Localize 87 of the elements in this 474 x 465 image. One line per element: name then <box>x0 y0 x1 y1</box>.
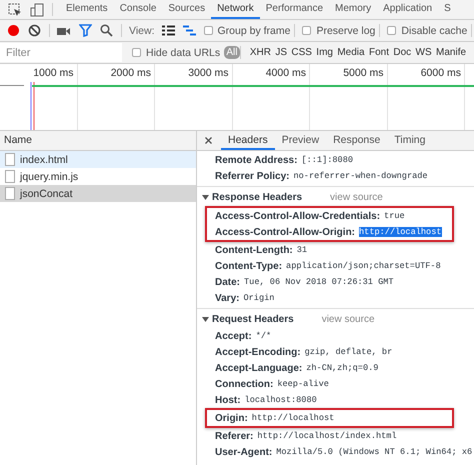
header-name: Connection: <box>215 378 274 390</box>
detail-tab[interactable]: Headers <box>221 131 275 150</box>
file-icon <box>5 187 15 200</box>
view-source-link[interactable]: view source <box>322 314 375 324</box>
section-title[interactable]: Request Headers <box>212 314 294 324</box>
filter-field[interactable]: Filter <box>0 43 122 62</box>
search-icon[interactable] <box>100 24 113 37</box>
header-value: Tue, 06 Nov 2018 07:26:31 GMT <box>244 277 394 287</box>
header-value: true <box>384 211 405 221</box>
panel-tab[interactable]: Performance <box>260 0 330 19</box>
camera-icon[interactable] <box>57 26 71 36</box>
time-tick-label: 6000 ms <box>420 67 461 79</box>
panel-tab[interactable]: S <box>438 0 457 19</box>
type-filter[interactable]: Font <box>366 46 392 59</box>
record-icon[interactable] <box>7 24 20 37</box>
file-icon <box>5 153 15 166</box>
header-name: Access-Control-Allow-Credentials: <box>215 210 380 222</box>
type-filter[interactable]: Manife <box>434 46 468 59</box>
expand-triangle-icon[interactable] <box>202 316 209 322</box>
type-filter[interactable]: Media <box>335 46 367 59</box>
header-value: application/json;charset=UTF-8 <box>286 261 441 271</box>
header-name: Content-Type: <box>215 260 282 272</box>
time-tick-label: 1000 ms <box>33 67 74 79</box>
request-row[interactable]: index.html <box>0 151 196 168</box>
header-name: Content-Length: <box>215 244 293 256</box>
detail-tab[interactable]: Response <box>326 131 388 150</box>
clear-icon[interactable] <box>28 24 41 37</box>
expand-triangle-icon[interactable] <box>202 194 209 200</box>
header-name: Vary: <box>215 292 240 304</box>
header-value: */* <box>256 331 272 341</box>
header-value: Origin <box>243 293 274 303</box>
time-tick-label: 3000 ms <box>188 67 228 79</box>
header-name: User-Agent: <box>215 446 272 458</box>
panel-tab[interactable]: Sources <box>162 0 212 19</box>
header-value: http://localhost <box>252 413 334 423</box>
header-value: zh-CN,zh;q=0.9 <box>306 363 378 373</box>
header-value: http://localhost <box>359 227 442 237</box>
hide-data-urls-checkbox[interactable]: Hide data URLs <box>132 46 220 58</box>
type-filter[interactable]: XHR <box>248 46 274 59</box>
option-checkbox[interactable]: Disable cache <box>387 24 468 36</box>
type-filter[interactable]: Doc <box>391 46 414 59</box>
header-value: gzip, deflate, br <box>304 347 392 357</box>
header-value: http://localhost/index.html <box>257 431 397 441</box>
header-name: Host: <box>215 394 241 406</box>
panel-tab[interactable]: Elements <box>60 0 114 19</box>
inspect-icon[interactable] <box>8 2 22 16</box>
header-name: Referer: <box>215 430 254 442</box>
option-checkbox[interactable]: Preserve log <box>302 24 376 36</box>
header-value: Mozilla/5.0 (Windows NT 6.1; Win64; x6 <box>276 447 472 457</box>
type-filter[interactable]: Img <box>314 46 336 59</box>
section-title[interactable]: Response Headers <box>212 192 302 202</box>
file-icon <box>5 170 15 183</box>
type-filter[interactable]: WS <box>413 46 434 59</box>
header-value: keep-alive <box>277 379 329 389</box>
panel-tab[interactable]: Application <box>377 0 438 19</box>
detail-tab[interactable]: Preview <box>274 131 326 150</box>
request-row[interactable]: jsonConcat <box>0 185 196 202</box>
view-source-link[interactable]: view source <box>330 192 383 202</box>
header-value: no-referrer-when-downgrade <box>293 171 428 181</box>
filter-icon[interactable] <box>79 24 92 37</box>
header-name: Date: <box>215 276 240 288</box>
list-view-icon[interactable] <box>162 25 174 36</box>
time-tick-label: 5000 ms <box>343 67 384 79</box>
option-checkbox[interactable]: Group by frame <box>204 24 290 36</box>
header-name: Accept-Encoding: <box>215 346 301 358</box>
header-name: Remote Address: <box>215 154 298 166</box>
panel-tab[interactable]: Memory <box>329 0 378 19</box>
column-header[interactable]: Name <box>0 131 196 151</box>
header-name: Accept-Language: <box>215 362 302 374</box>
close-icon[interactable] <box>205 137 212 144</box>
header-value: 31 <box>296 245 308 255</box>
header-name: Access-Control-Allow-Origin: <box>215 226 356 238</box>
view-label: View: <box>129 24 154 36</box>
header-value: localhost:8080 <box>244 395 317 405</box>
header-value: [::1]:8080 <box>301 155 354 165</box>
waterfall-view-icon[interactable] <box>182 25 196 36</box>
type-filter[interactable]: CSS <box>289 46 314 59</box>
type-filter[interactable]: JS <box>273 46 290 59</box>
device-icon[interactable] <box>30 2 44 16</box>
panel-tab[interactable]: Console <box>114 0 162 19</box>
time-tick-label: 4000 ms <box>266 67 306 79</box>
time-tick-label: 2000 ms <box>110 67 151 79</box>
header-name: Origin: <box>215 412 248 424</box>
header-name: Accept: <box>215 330 252 342</box>
header-name: Referrer Policy: <box>215 170 290 182</box>
request-row[interactable]: jquery.min.js <box>0 168 196 185</box>
detail-tab[interactable]: Timing <box>387 131 432 150</box>
